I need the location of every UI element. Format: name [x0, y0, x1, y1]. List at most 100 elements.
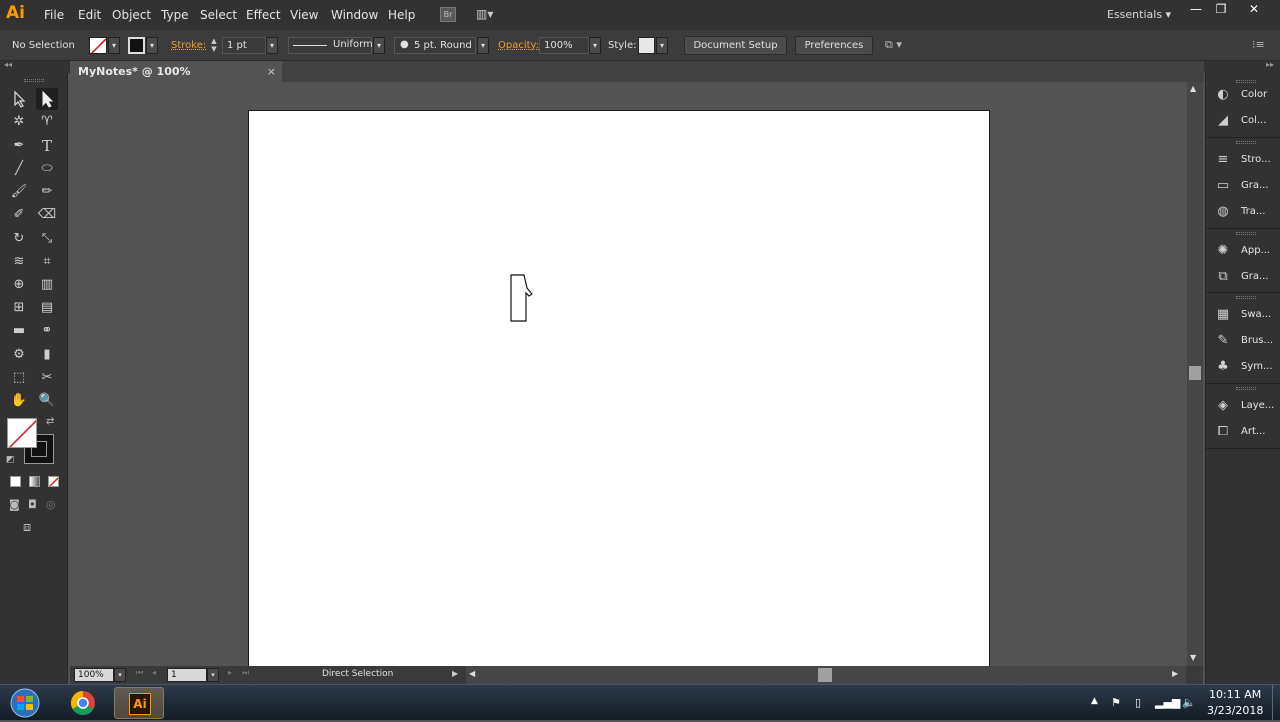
ellipse-tool-icon[interactable]: ⬭	[36, 158, 58, 180]
arrange-icon[interactable]: ⧉ ▾	[885, 38, 915, 53]
panel-grip[interactable]	[1236, 296, 1256, 299]
menu-file[interactable]: File	[44, 8, 64, 22]
menu-type[interactable]: Type	[161, 8, 189, 22]
zoom-dropdown-icon[interactable]: ▾	[114, 668, 126, 682]
mesh-tool-icon[interactable]: ⊞	[8, 297, 30, 319]
scale-tool-icon[interactable]: ⤡	[36, 228, 58, 250]
measure-tool-icon[interactable]: ▬	[8, 320, 30, 342]
rotate-tool-icon[interactable]: ↻	[8, 228, 30, 250]
artboard-number-field[interactable]: 1	[167, 668, 207, 682]
menu-object[interactable]: Object	[112, 8, 151, 22]
pencil-tool-icon[interactable]: ✏	[36, 181, 58, 203]
clock-date[interactable]: 3/23/2018	[1207, 704, 1263, 717]
collapse-left-icon[interactable]: ◂◂	[4, 60, 12, 69]
blend-tool-icon[interactable]: ⚭	[36, 320, 58, 342]
eraser-tool-icon[interactable]: ⌫	[36, 204, 58, 226]
color-mode-icon[interactable]	[10, 476, 21, 487]
shape-builder-tool-icon[interactable]: ⊕	[8, 274, 30, 296]
gradient-tool-icon[interactable]: ▤	[36, 297, 58, 319]
panel-color-guide[interactable]: ◢ Col...	[1206, 109, 1280, 133]
preferences-button[interactable]: Preferences	[795, 36, 873, 55]
line-tool-icon[interactable]: ╱	[8, 158, 30, 180]
panel-grip[interactable]	[1236, 141, 1256, 144]
zoom-field[interactable]: 100%	[74, 668, 114, 682]
selection-tool-icon[interactable]	[8, 88, 30, 110]
fill-dropdown-icon[interactable]: ▾	[108, 37, 120, 54]
type-tool-icon[interactable]: T	[36, 135, 58, 157]
brush-dropdown-icon[interactable]: ▾	[477, 37, 489, 54]
graphic-style-swatch[interactable]	[638, 37, 655, 54]
vertical-scroll-thumb[interactable]	[1189, 366, 1201, 380]
stroke-profile-dropdown-icon[interactable]: ▾	[373, 37, 385, 54]
bridge-icon[interactable]: Br	[440, 7, 456, 22]
show-desktop-button[interactable]	[1272, 685, 1280, 721]
gradient-mode-icon[interactable]	[29, 476, 40, 487]
panel-symbols[interactable]: ♣ Sym...	[1206, 355, 1280, 379]
minimize-button[interactable]: —	[1185, 2, 1207, 16]
battery-icon[interactable]: ▯	[1135, 696, 1141, 709]
scroll-down-icon[interactable]: ▼	[1190, 653, 1196, 662]
start-button[interactable]	[6, 687, 44, 719]
panel-layers[interactable]: ◈ Laye...	[1206, 394, 1280, 418]
stroke-swatch[interactable]	[128, 37, 145, 54]
panel-grip[interactable]	[1236, 387, 1256, 390]
taskbar-chrome[interactable]	[58, 687, 108, 719]
network-icon[interactable]: ▂▄▆	[1155, 696, 1180, 709]
hand-tool-icon[interactable]: ✋	[8, 390, 30, 412]
next-artboard-icon[interactable]: ▸	[228, 668, 232, 677]
warp-tool-icon[interactable]: ≋	[8, 251, 30, 273]
free-transform-tool-icon[interactable]: ⌗	[36, 251, 58, 273]
stroke-dropdown-icon[interactable]: ▾	[146, 37, 158, 54]
opacity-dropdown-icon[interactable]: ▾	[589, 37, 601, 54]
pen-tool-icon[interactable]: ✒	[8, 135, 30, 157]
collapse-right-icon[interactable]: ▸▸	[1266, 60, 1274, 69]
direct-selection-tool-icon[interactable]	[36, 88, 58, 110]
document-tab[interactable]: MyNotes* @ 100% (CMYK/Preview) ×	[70, 61, 282, 99]
panel-stroke[interactable]: ≡ Stro...	[1206, 148, 1280, 172]
tray-expand-icon[interactable]: ▲	[1091, 696, 1098, 706]
panel-graphic-styles[interactable]: ⧉ Gra...	[1206, 265, 1280, 289]
stroke-profile-select[interactable]: Uniform	[288, 37, 373, 54]
panel-swatches[interactable]: ▦ Swa...	[1206, 303, 1280, 327]
slice-tool-icon[interactable]: ✂	[36, 367, 58, 389]
close-tab-icon[interactable]: ×	[267, 61, 276, 82]
opacity-label[interactable]: Opacity:	[498, 40, 539, 51]
zoom-tool-icon[interactable]: 🔍	[36, 390, 58, 412]
menu-effect[interactable]: Effect	[246, 8, 281, 22]
stroke-label[interactable]: Stroke:	[171, 40, 206, 51]
document-setup-button[interactable]: Document Setup	[684, 36, 787, 55]
brush-select[interactable]: ● 5 pt. Round	[394, 37, 476, 54]
stroke-weight-field[interactable]: 1 pt	[222, 37, 266, 54]
taskbar-illustrator[interactable]: Ai	[114, 687, 164, 719]
menu-window[interactable]: Window	[331, 8, 378, 22]
magic-wand-tool-icon[interactable]: ✲	[8, 111, 30, 133]
screen-mode-icon[interactable]: ⧈	[23, 520, 31, 535]
fill-none-swatch[interactable]	[7, 418, 37, 448]
panel-transparency[interactable]: ◍ Tra...	[1206, 200, 1280, 224]
artboard-dropdown-icon[interactable]: ▾	[207, 668, 219, 682]
first-artboard-icon[interactable]: ⏮	[136, 668, 143, 678]
panel-artboards[interactable]: ⧠ Art...	[1206, 420, 1280, 444]
lasso-tool-icon[interactable]: ♈	[36, 111, 58, 133]
draw-behind-icon[interactable]: ◘	[28, 498, 37, 511]
symbol-sprayer-tool-icon[interactable]: ⚙	[8, 344, 30, 366]
clock-time[interactable]: 10:11 AM	[1209, 688, 1261, 701]
status-menu-icon[interactable]: ▶	[452, 669, 458, 678]
stroke-stepper[interactable]: ▲ ▼	[208, 37, 220, 54]
none-mode-icon[interactable]	[48, 476, 59, 487]
draw-normal-icon[interactable]: ◙	[9, 498, 20, 511]
menu-help[interactable]: Help	[388, 8, 415, 22]
close-button[interactable]: ✕	[1243, 2, 1265, 16]
horizontal-scroll-thumb[interactable]	[818, 668, 832, 682]
paintbrush-tool-icon[interactable]: 🖌	[8, 181, 30, 203]
volume-icon[interactable]: 🔈	[1182, 696, 1196, 709]
style-dropdown-icon[interactable]: ▾	[656, 37, 668, 54]
vertical-scrollbar[interactable]: ▲ ▼	[1187, 82, 1203, 666]
workspace-switcher[interactable]: Essentials ▾	[1107, 8, 1171, 21]
swap-fill-stroke-icon[interactable]: ⇄	[46, 416, 54, 427]
blob-brush-tool-icon[interactable]: ✐	[8, 204, 30, 226]
panel-menu-icon[interactable]: ⁝≡	[1252, 38, 1268, 53]
panel-grip[interactable]	[1236, 232, 1256, 235]
menu-edit[interactable]: Edit	[78, 8, 101, 22]
opacity-field[interactable]: 100%	[539, 37, 589, 54]
